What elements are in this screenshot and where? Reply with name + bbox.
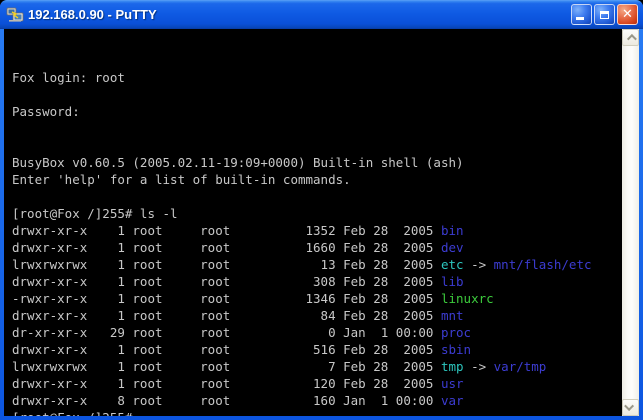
- terminal-line: -rwxr-xr-x 1 root root 1346 Feb 28 2005 …: [12, 290, 622, 307]
- putty-app-icon: [6, 7, 24, 23]
- terminal-line: [root@Fox /]255# ls -l: [12, 205, 622, 222]
- chevron-up-icon: [627, 34, 637, 44]
- terminal-line: [12, 86, 622, 103]
- scroll-up-button[interactable]: [622, 29, 639, 46]
- minimize-button[interactable]: [571, 4, 592, 25]
- chevron-down-icon: [624, 401, 634, 411]
- close-icon: ✕: [622, 8, 633, 21]
- terminal-area: Fox login: root Password: BusyBox v0.60.5 …: [4, 29, 639, 416]
- terminal-line: BusyBox v0.60.5 (2005.02.11-19:09+0000) …: [12, 154, 622, 171]
- terminal-lines: Fox login: root Password: BusyBox v0.60.5 …: [12, 69, 622, 416]
- scroll-down-button[interactable]: [622, 399, 639, 416]
- terminal-line: drwxr-xr-x 1 root root 308 Feb 28 2005 l…: [12, 273, 622, 290]
- putty-window: 192.168.0.90 - PuTTY ✕ Fox login: root Pa…: [0, 0, 643, 420]
- title-bar[interactable]: 192.168.0.90 - PuTTY ✕: [0, 0, 643, 29]
- terminal-line: Fox login: root: [12, 69, 622, 86]
- maximize-icon: [600, 11, 609, 19]
- terminal-screen[interactable]: Fox login: root Password: BusyBox v0.60.5 …: [4, 29, 622, 416]
- terminal-line: drwxr-xr-x 1 root root 1352 Feb 28 2005 …: [12, 222, 622, 239]
- terminal-line: drwxr-xr-x 8 root root 160 Jan 1 00:00 v…: [12, 392, 622, 409]
- terminal-line: lrwxrwxrwx 1 root root 13 Feb 28 2005 et…: [12, 256, 622, 273]
- terminal-line: drwxr-xr-x 1 root root 84 Feb 28 2005 mn…: [12, 307, 622, 324]
- minimize-icon: [576, 17, 584, 20]
- window-title: 192.168.0.90 - PuTTY: [28, 7, 571, 22]
- terminal-line: [12, 120, 622, 137]
- terminal-line: lrwxrwxrwx 1 root root 7 Feb 28 2005 tmp…: [12, 358, 622, 375]
- scrollbar[interactable]: [622, 29, 639, 416]
- terminal-line: dr-xr-xr-x 29 root root 0 Jan 1 00:00 pr…: [12, 324, 622, 341]
- terminal-line: Password:: [12, 103, 622, 120]
- terminal-line: drwxr-xr-x 1 root root 120 Feb 28 2005 u…: [12, 375, 622, 392]
- terminal-line: [root@Fox /]255#: [12, 409, 622, 416]
- close-button[interactable]: ✕: [617, 4, 638, 25]
- terminal-line: drwxr-xr-x 1 root root 516 Feb 28 2005 s…: [12, 341, 622, 358]
- terminal-line: [12, 137, 622, 154]
- maximize-button[interactable]: [594, 4, 615, 25]
- terminal-line: [12, 188, 622, 205]
- terminal-line: Enter 'help' for a list of built-in comm…: [12, 171, 622, 188]
- terminal-line: drwxr-xr-x 1 root root 1660 Feb 28 2005 …: [12, 239, 622, 256]
